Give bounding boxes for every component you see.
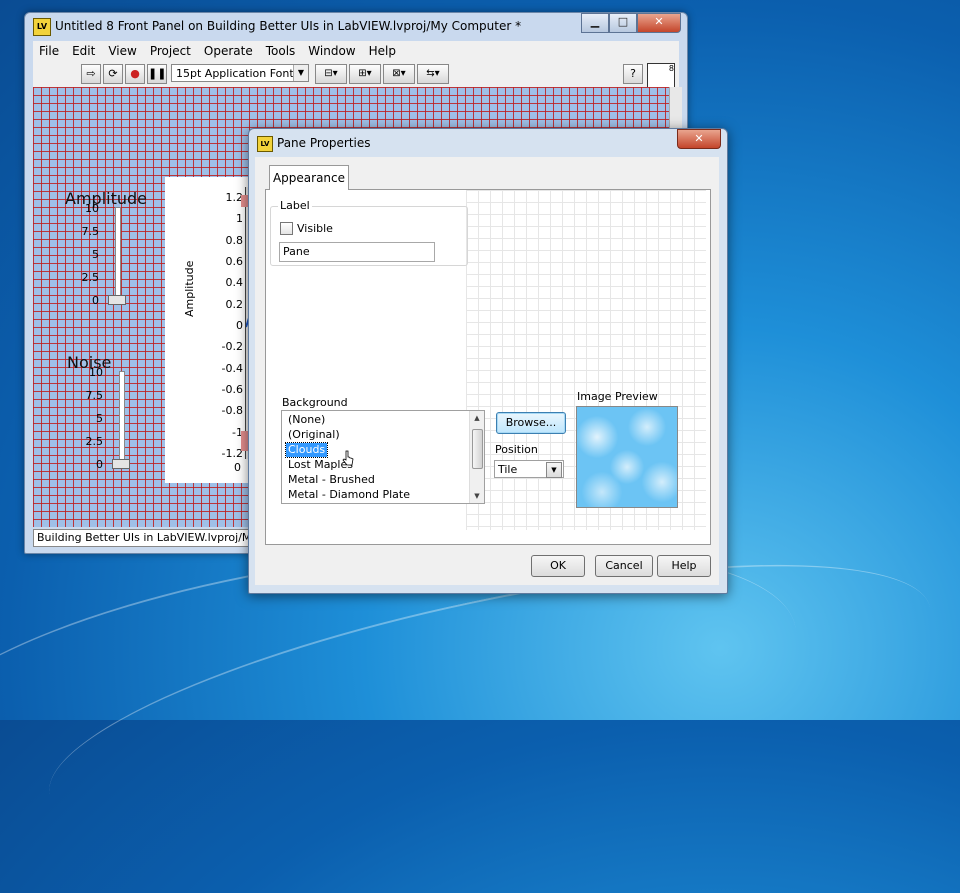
- distribute-icon[interactable]: ⊞▾: [349, 64, 381, 84]
- image-preview-label: Image Preview: [577, 390, 658, 403]
- menu-window[interactable]: Window: [302, 44, 362, 58]
- y-tick: 0.4: [225, 276, 244, 289]
- visible-checkbox[interactable]: [280, 222, 293, 235]
- close-icon[interactable]: ✕: [637, 13, 681, 33]
- toolbar: ⇨ ⟳ ● ❚❚ 15pt Application Font ▼ ⊟▾ ⊞▾ ⊠…: [33, 61, 679, 89]
- menu-operate[interactable]: Operate: [198, 44, 260, 58]
- window-titlebar[interactable]: LV Untitled 8 Front Panel on Building Be…: [25, 13, 687, 41]
- menu-view[interactable]: View: [102, 44, 143, 58]
- font-select-value: 15pt Application Font: [176, 67, 294, 80]
- chevron-down-icon: ▼: [293, 65, 308, 81]
- dialog-title: Pane Properties: [277, 136, 371, 150]
- run-continuous-icon[interactable]: ⟳: [103, 64, 123, 84]
- position-label: Position: [495, 443, 538, 456]
- y-tick: 1.2: [225, 191, 244, 204]
- menu-project[interactable]: Project: [144, 44, 198, 58]
- list-item[interactable]: (None): [286, 413, 327, 427]
- maximize-icon[interactable]: □: [609, 13, 637, 33]
- mouse-pointer-icon: [342, 450, 354, 466]
- position-dropdown-value: Tile: [498, 463, 518, 476]
- noise-scale-label: 5: [96, 412, 103, 425]
- amplitude-slider-track[interactable]: [115, 207, 121, 303]
- noise-slider-thumb[interactable]: [112, 459, 130, 469]
- listbox-scrollbar[interactable]: ▲ ▼: [469, 411, 484, 503]
- menubar: File Edit View Project Operate Tools Win…: [33, 41, 679, 61]
- align-icon[interactable]: ⊟▾: [315, 64, 347, 84]
- cancel-button[interactable]: Cancel: [595, 555, 653, 577]
- y-tick: -1: [232, 426, 243, 439]
- label-text-field[interactable]: Pane: [279, 242, 435, 262]
- noise-scale-label: 7.5: [85, 389, 104, 402]
- noise-scale-label: 2.5: [85, 435, 104, 448]
- list-item[interactable]: Metal - Brushed: [286, 473, 377, 487]
- amplitude-scale-label: 2.5: [81, 271, 100, 284]
- vi-icon[interactable]: 8: [647, 63, 675, 89]
- ok-button[interactable]: OK: [531, 555, 585, 577]
- resize-icon[interactable]: ⊠▾: [383, 64, 415, 84]
- y-tick: -0.6: [221, 383, 243, 396]
- run-arrow-icon[interactable]: ⇨: [81, 64, 101, 84]
- visible-checkbox-label: Visible: [297, 222, 333, 235]
- reorder-icon[interactable]: ⇆▾: [417, 64, 449, 84]
- labview-icon: LV: [33, 18, 51, 36]
- font-select[interactable]: 15pt Application Font ▼: [171, 64, 309, 82]
- y-tick: -1.2: [221, 447, 243, 460]
- listbox-scroll-thumb[interactable]: [472, 429, 483, 469]
- y-tick: 1: [236, 212, 243, 225]
- background-label: Background: [282, 396, 348, 409]
- scroll-down-icon[interactable]: ▼: [470, 489, 484, 503]
- amplitude-slider-thumb[interactable]: [108, 295, 126, 305]
- position-dropdown[interactable]: Tile ▼: [494, 460, 564, 478]
- menu-tools[interactable]: Tools: [260, 44, 303, 58]
- scroll-up-icon[interactable]: ▲: [470, 411, 484, 425]
- y-tick: 0.6: [225, 255, 244, 268]
- y-tick: -0.8: [221, 404, 243, 417]
- window-title: Untitled 8 Front Panel on Building Bette…: [55, 19, 522, 33]
- list-item[interactable]: (Original): [286, 428, 342, 442]
- menu-help[interactable]: Help: [363, 44, 403, 58]
- list-item[interactable]: Metal - Diamond Plate: [286, 488, 412, 502]
- window-controls: ▁ □ ✕: [581, 13, 681, 33]
- abort-icon[interactable]: ●: [125, 64, 145, 84]
- list-item-selected[interactable]: Clouds: [284, 442, 329, 458]
- help-button[interactable]: Help: [657, 555, 711, 577]
- image-preview: [576, 406, 678, 508]
- noise-scale-label: 0: [96, 458, 103, 471]
- pause-icon[interactable]: ❚❚: [147, 64, 167, 84]
- graph-x-tick: 0: [234, 461, 241, 474]
- close-icon[interactable]: ✕: [677, 129, 721, 149]
- menu-file[interactable]: File: [33, 44, 66, 58]
- y-tick: 0.2: [225, 298, 244, 311]
- noise-scale-label: 10: [89, 366, 103, 379]
- amplitude-scale-label: 5: [92, 248, 99, 261]
- appearance-tab-page: Label Visible Pane Background (None) (Or…: [265, 189, 711, 545]
- y-tick: 0.8: [225, 234, 244, 247]
- dialog-body: Appearance Label Visible Pane Background…: [255, 157, 719, 585]
- noise-slider-track[interactable]: [119, 371, 125, 467]
- context-help-icon[interactable]: ?: [623, 64, 643, 84]
- labview-icon: LV: [257, 136, 273, 152]
- status-bar: Building Better UIs in LabVIEW.lvproj/My…: [33, 529, 264, 547]
- background-listbox[interactable]: (None) (Original) Clouds Lost Maples Met…: [281, 410, 485, 504]
- y-tick: 0: [236, 319, 243, 332]
- chevron-down-icon: ▼: [546, 462, 562, 478]
- browse-button[interactable]: Browse...: [496, 412, 566, 434]
- y-tick: -0.2: [221, 340, 243, 353]
- label-group-title: Label: [278, 199, 312, 212]
- minimize-icon[interactable]: ▁: [581, 13, 609, 33]
- y-tick: -0.4: [221, 362, 243, 375]
- dialog-titlebar[interactable]: LV Pane Properties ✕: [249, 129, 727, 157]
- pane-properties-dialog[interactable]: LV Pane Properties ✕ Appearance Label Vi…: [248, 128, 728, 594]
- graph-y-axis-label: Amplitude: [183, 260, 196, 317]
- tab-appearance[interactable]: Appearance: [269, 165, 349, 190]
- amplitude-scale-label: 10: [85, 202, 99, 215]
- menu-edit[interactable]: Edit: [66, 44, 102, 58]
- amplitude-scale-label: 7.5: [81, 225, 100, 238]
- amplitude-scale-label: 0: [92, 294, 99, 307]
